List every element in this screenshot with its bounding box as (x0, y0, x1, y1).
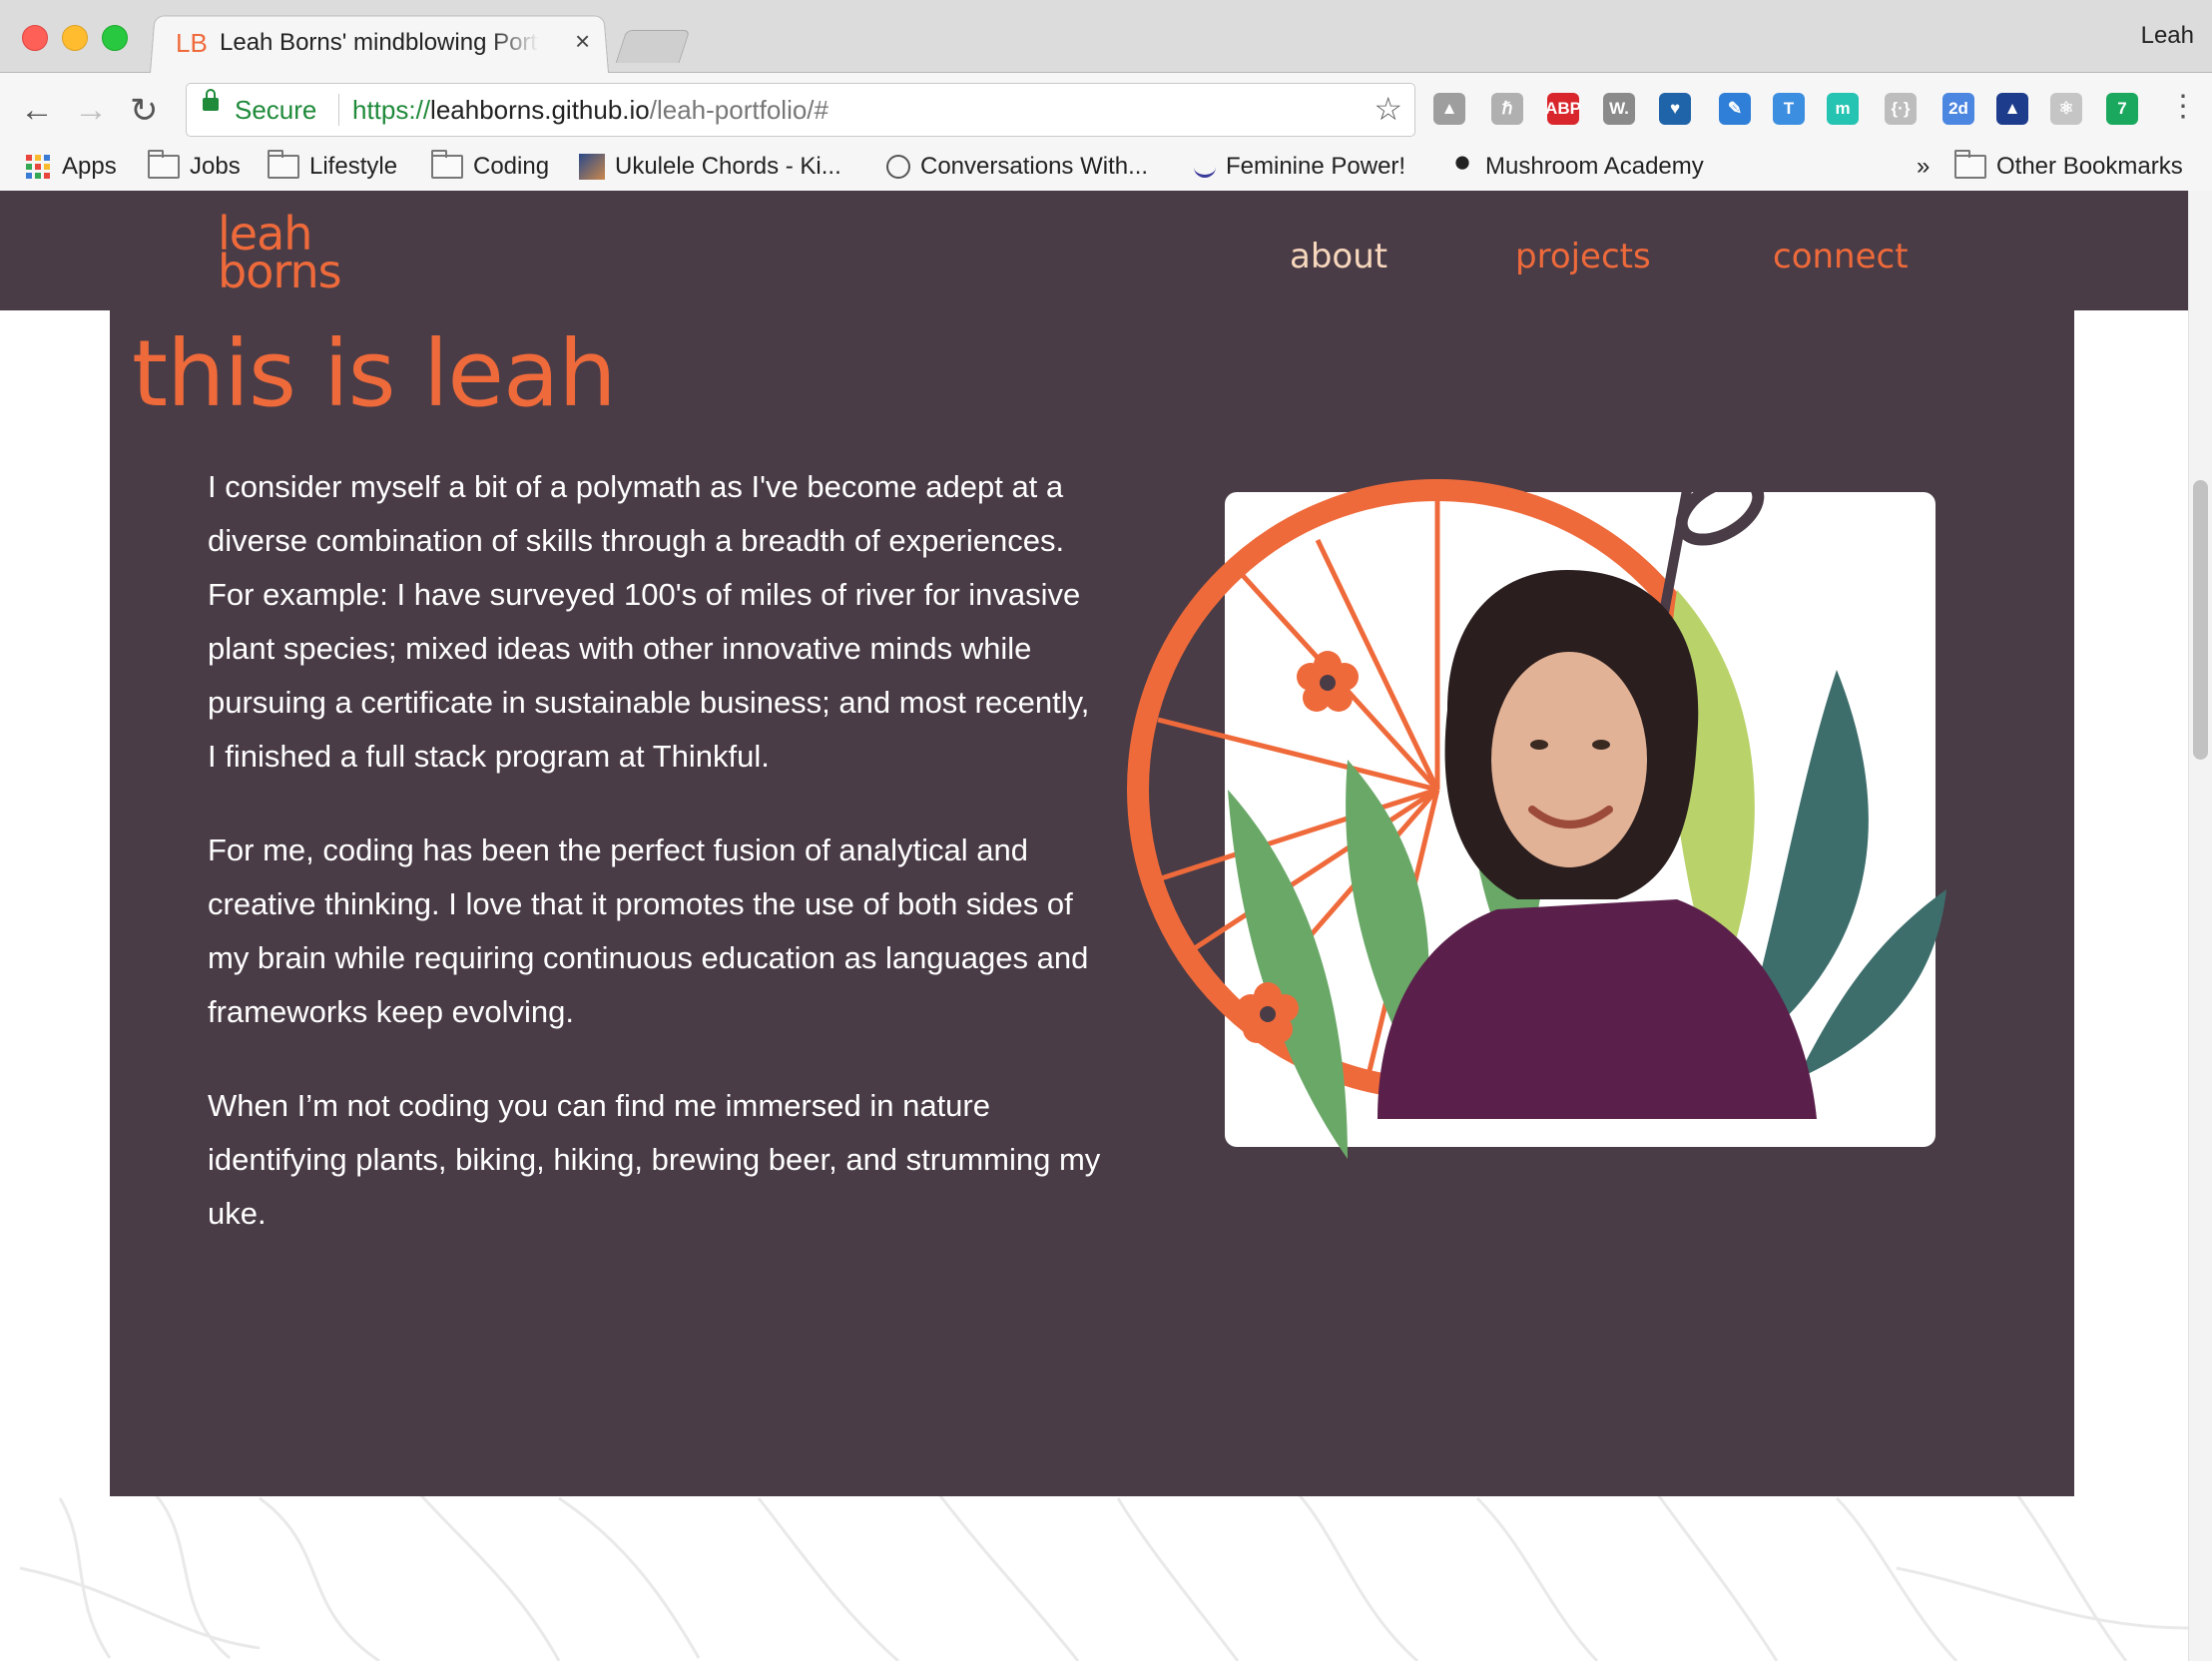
tab-favicon-icon: LB (176, 28, 208, 58)
site-logo[interactable]: leah borns (218, 211, 342, 298)
about-paragraph-2: For me, coding has been the perfect fusi… (208, 832, 1089, 1029)
axe-icon[interactable]: ▲ (1996, 93, 2028, 125)
folder-icon (268, 150, 299, 179)
conversations-site-icon (886, 155, 910, 179)
folder-icon (1954, 150, 1986, 179)
react-devtools-icon[interactable]: ⚛ (2050, 93, 2082, 125)
mushroom-site-icon (1449, 154, 1475, 180)
vimeo-heart-icon[interactable]: ♥ (1659, 93, 1691, 125)
flower-icon (1297, 651, 1359, 712)
page-scrollbar[interactable] (2188, 191, 2212, 1661)
bookmark-apps-label: Apps (62, 153, 117, 180)
bookmark-star-icon[interactable]: ☆ (1374, 90, 1402, 128)
minimize-window-button[interactable] (62, 25, 88, 51)
portrait-illustration (1127, 474, 1946, 1159)
bookmark-folder-lifestyle[interactable]: Lifestyle (268, 150, 398, 181)
bookmark-label: Lifestyle (309, 153, 398, 180)
logo-line-2: borns (218, 245, 342, 298)
browser-tabstrip: LB Leah Borns' mindblowing Portfolio × L… (0, 0, 2212, 73)
back-arrow-icon[interactable]: ← (20, 91, 54, 130)
secure-label: Secure (235, 95, 317, 125)
ukulele-site-icon (579, 154, 605, 180)
feminine-power-site-icon (1194, 157, 1216, 178)
bookmark-label: Other Bookmarks (1996, 153, 2183, 180)
close-window-button[interactable] (22, 25, 48, 51)
url-scheme: https:// (352, 95, 431, 125)
browser-tab-active[interactable]: LB Leah Borns' mindblowing Portfolio × (150, 14, 607, 72)
leaf-green (1228, 790, 1348, 1159)
web-page: leah borns about projects connect this i… (0, 191, 2188, 1661)
new-tab-button[interactable] (615, 30, 691, 63)
about-text: I consider myself a bit of a polymath as… (208, 460, 1106, 1281)
about-heading: this is leah (132, 320, 617, 427)
eyedropper-icon[interactable]: ✎ (1719, 93, 1751, 125)
nav-projects-link[interactable]: projects (1515, 237, 1651, 277)
bookmark-label: Ukulele Chords - Ki... (615, 153, 841, 180)
url-path: /leah-portfolio/# (649, 95, 829, 125)
drive-icon[interactable]: ▲ (1433, 93, 1465, 125)
hacker-news-icon[interactable]: ℏ (1491, 93, 1523, 125)
nav-connect-link[interactable]: connect (1773, 237, 1909, 277)
folder-icon (431, 150, 463, 179)
address-bar[interactable]: Secure https://leahborns.github.io/leah-… (186, 83, 1415, 137)
chrome-menu-icon[interactable]: ⋮ (2168, 89, 2198, 124)
bookmark-feminine-power[interactable]: Feminine Power! (1194, 153, 1405, 181)
typography-icon[interactable]: T (1773, 93, 1805, 125)
bookmarks-bar: Apps Jobs Lifestyle Coding Ukulele Chord… (0, 143, 2212, 193)
bookmark-ukulele-chords[interactable]: Ukulele Chords - Ki... (579, 153, 841, 181)
tab-close-button[interactable]: × (575, 26, 590, 57)
bookmark-apps[interactable]: Apps (26, 153, 117, 181)
adblock-plus-icon[interactable]: ABP (1545, 93, 1581, 125)
bookmark-folder-other[interactable]: Other Bookmarks (1954, 150, 2183, 181)
momentum-icon[interactable]: m (1827, 93, 1859, 125)
site-header: leah borns about projects connect (0, 191, 2188, 310)
bookmark-label: Coding (473, 153, 550, 180)
bookmark-conversations[interactable]: Conversations With... (886, 153, 1148, 181)
calendar-2d-icon[interactable]: 2d (1942, 93, 1974, 125)
folder-icon (148, 150, 180, 179)
tab-title: Leah Borns' mindblowing Portfolio (220, 29, 539, 56)
grammarly-icon[interactable]: 7 (2106, 93, 2138, 125)
url-host: leahborns.github.io (430, 95, 650, 125)
about-paragraph-1: I consider myself a bit of a polymath as… (208, 469, 1090, 774)
bookmark-folder-jobs[interactable]: Jobs (148, 150, 241, 181)
nav-about-link[interactable]: about (1290, 237, 1387, 277)
profile-name[interactable]: Leah (2141, 22, 2194, 50)
maximize-window-button[interactable] (102, 25, 128, 51)
reload-icon[interactable]: ↻ (130, 91, 159, 131)
url-text[interactable]: https://leahborns.github.io/leah-portfol… (352, 95, 829, 126)
about-section: this is leah I consider myself a bit of … (110, 310, 2074, 1496)
about-paragraph-3: When I’m not coding you can find me imme… (208, 1088, 1101, 1231)
forward-arrow-icon[interactable]: → (74, 91, 108, 130)
apps-grid-icon (26, 155, 50, 179)
bookmark-label: Conversations With... (920, 153, 1149, 180)
address-divider (338, 94, 339, 126)
lock-icon (203, 89, 219, 111)
bookmark-mushroom-academy[interactable]: Mushroom Academy (1449, 153, 1704, 181)
bookmarks-overflow-button[interactable]: » (1917, 153, 1930, 181)
json-viewer-icon[interactable]: {·} (1885, 93, 1917, 125)
bookmark-label: Feminine Power! (1226, 153, 1406, 180)
wappalyzer-icon[interactable]: W. (1603, 93, 1635, 125)
bookmark-label: Jobs (190, 153, 241, 180)
scrollbar-thumb[interactable] (2193, 480, 2208, 760)
bookmark-label: Mushroom Academy (1485, 153, 1704, 180)
bookmark-folder-coding[interactable]: Coding (431, 150, 550, 181)
